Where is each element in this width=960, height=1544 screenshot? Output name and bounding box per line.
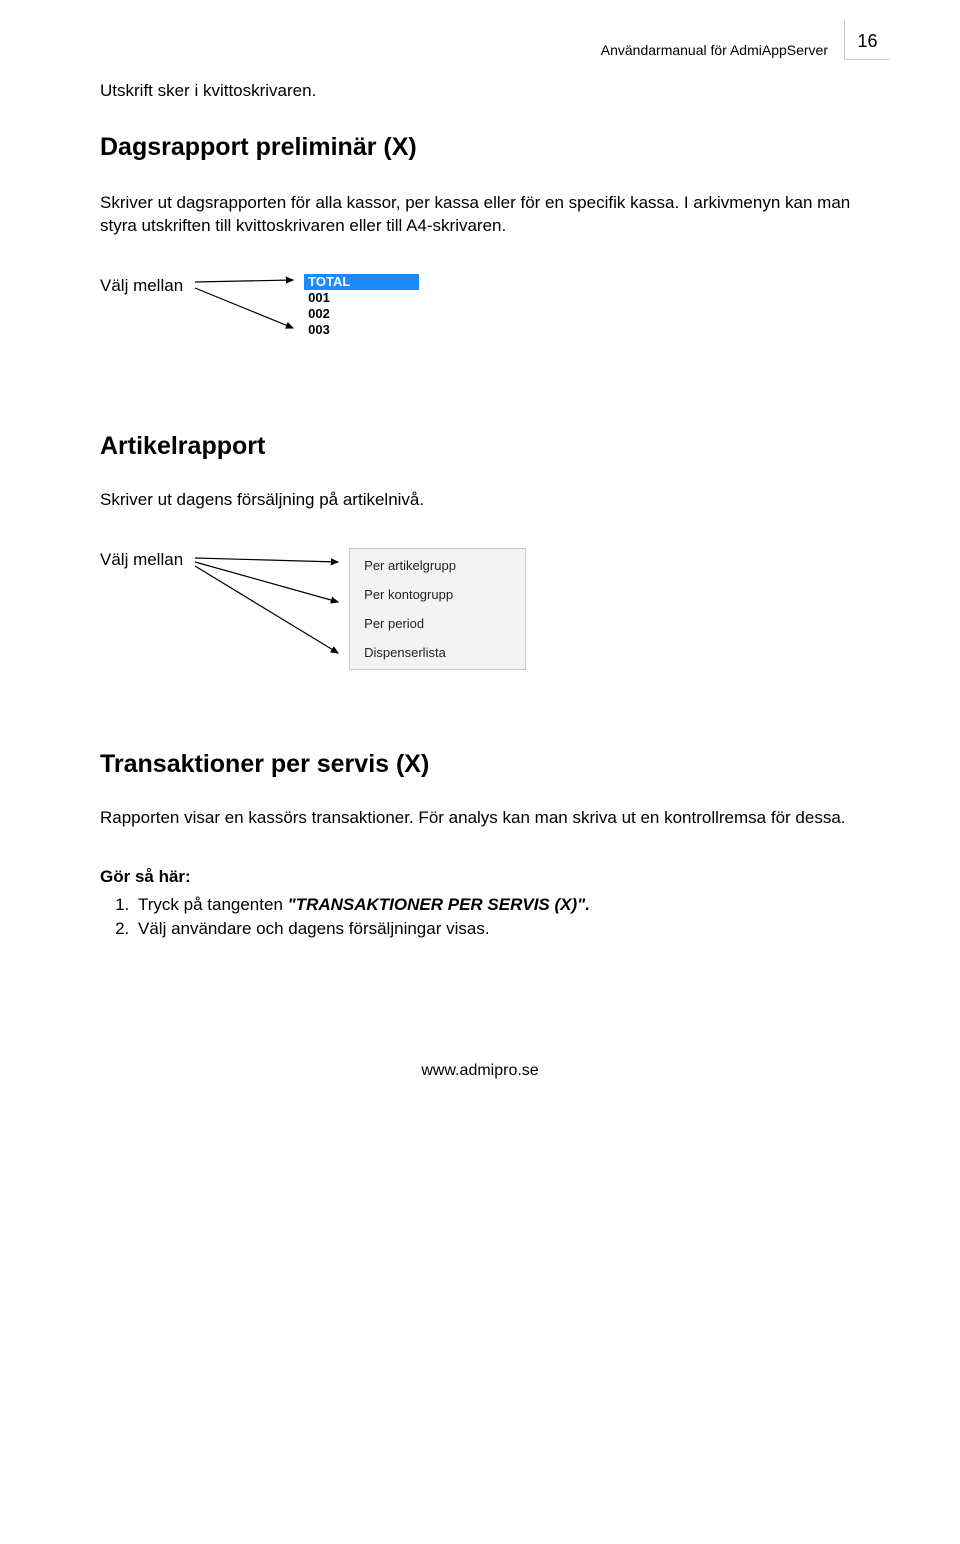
- arrows-to-menu: [193, 548, 343, 668]
- pick-label-1: Välj mellan: [100, 274, 187, 296]
- menu-item-per-period[interactable]: Per period: [350, 609, 525, 638]
- page-number: 16: [857, 31, 877, 52]
- menu-item-dispenserlista[interactable]: Dispenserlista: [350, 638, 525, 667]
- step-2: Välj användare och dagens försäljningar …: [134, 917, 860, 942]
- section3-body: Rapporten visar en kassörs transaktioner…: [100, 807, 860, 830]
- list-item[interactable]: 003: [304, 322, 419, 338]
- list-item-total[interactable]: TOTAL: [304, 274, 419, 290]
- list-item[interactable]: 002: [304, 306, 419, 322]
- section-heading-dagsrapport: Dagsrapport preliminär (X): [100, 133, 860, 162]
- doc-title: Användarmanual för AdmiAppServer: [601, 42, 828, 58]
- page-number-box: 16: [844, 20, 890, 60]
- section2-body: Skriver ut dagens försäljning på artikel…: [100, 489, 860, 512]
- step-1: Tryck på tangenten "TRANSAKTIONER PER SE…: [134, 893, 860, 918]
- pick-row-1: Välj mellan TOTAL 001 002 003: [100, 274, 860, 342]
- steps-list: Tryck på tangenten "TRANSAKTIONER PER SE…: [100, 893, 860, 942]
- page-header: Användarmanual för AdmiAppServer 16: [100, 40, 860, 60]
- howto-label: Gör så här:: [100, 866, 860, 889]
- document-page: Användarmanual för AdmiAppServer 16 Utsk…: [0, 0, 960, 1544]
- footer-url: www.admipro.se: [100, 1062, 860, 1080]
- arrows-to-list-1: [193, 274, 298, 342]
- step1-key: "TRANSAKTIONER PER SERVIS (X)".: [288, 895, 590, 914]
- menu-item-per-artikelgrupp[interactable]: Per artikelgrupp: [350, 551, 525, 580]
- pick-label-2: Välj mellan: [100, 548, 187, 570]
- section-heading-transaktioner: Transaktioner per servis (X): [100, 750, 860, 779]
- step1-pre: Tryck på tangenten: [138, 895, 288, 914]
- pick-row-2: Välj mellan Per artikelgrupp Per kontogr…: [100, 548, 860, 670]
- section1-body: Skriver ut dagsrapporten för alla kassor…: [100, 192, 860, 238]
- list-item[interactable]: 001: [304, 290, 419, 306]
- intro-paragraph: Utskrift sker i kvittoskrivaren.: [100, 80, 860, 103]
- kassa-list[interactable]: TOTAL 001 002 003: [304, 274, 419, 338]
- menu-item-per-kontogrupp[interactable]: Per kontogrupp: [350, 580, 525, 609]
- section-heading-artikelrapport: Artikelrapport: [100, 432, 860, 461]
- artikel-menu[interactable]: Per artikelgrupp Per kontogrupp Per peri…: [349, 548, 526, 670]
